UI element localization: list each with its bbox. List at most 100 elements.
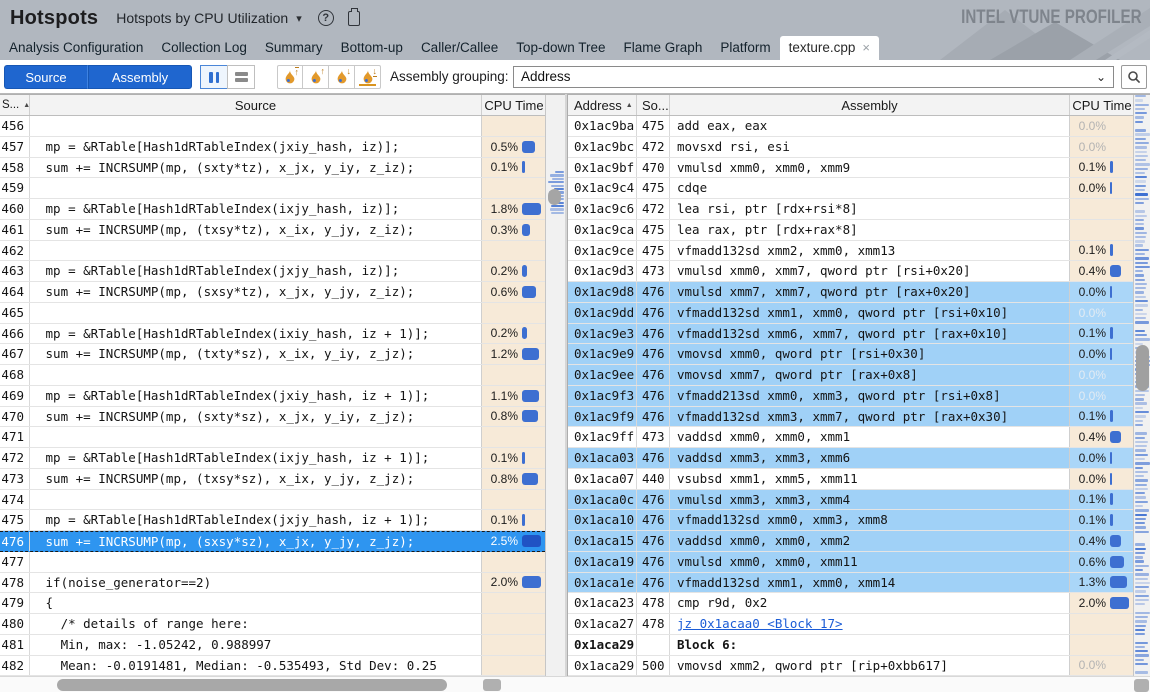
source-row[interactable]: 478 if(noise_generator==2) 2.0% (0, 572, 545, 594)
assembly-row[interactable]: 0x1ac9ce 475 vfmadd132sd xmm2, xmm0, xmm13… (568, 240, 1133, 262)
source-row[interactable]: 456 (0, 116, 545, 137)
assembly-row[interactable]: 0x1ac9dd 476 vfmadd132sd xmm1, xmm0, qword… (568, 302, 1133, 324)
source-row[interactable]: 468 (0, 365, 545, 386)
source-row[interactable]: 471 (0, 427, 545, 448)
source-row[interactable]: 475 mp = &RTable[Hash1dRTableIndex(jxjy_… (0, 510, 545, 531)
source-row[interactable]: 457 mp = &RTable[Hash1dRTableIndex(jxiy_… (0, 136, 545, 158)
tab-top-down-tree[interactable]: Top-down Tree (507, 36, 614, 60)
assembly-row[interactable]: 0x1ac9bf 470 vmulsd xmm0, xmm0, xmm9 0.1% (568, 157, 1133, 179)
cpu-time-value: 0.0% (1078, 347, 1106, 362)
viewpoint-caret-icon[interactable]: ▾ (296, 12, 302, 25)
source-row[interactable]: 459 (0, 178, 545, 199)
assembly-row[interactable]: 0x1aca0c 476 vmulsd xmm3, xmm3, xmm4 0.1% (568, 489, 1133, 511)
heatmap-mark (1135, 449, 1147, 452)
tab-texture-cpp[interactable]: texture.cpp × (779, 36, 879, 60)
tab-flame-graph[interactable]: Flame Graph (615, 36, 712, 60)
assembly-row[interactable]: 0x1aca19 476 vmulsd xmm0, xmm0, xmm11 0.6% (568, 551, 1133, 573)
source-line-column-header[interactable]: S... ▲ (0, 95, 30, 115)
tab-analysis-configuration[interactable]: Analysis Configuration (0, 36, 152, 60)
asm-cpu-time-column-header[interactable]: CPU Time (1070, 95, 1134, 115)
assembly-row[interactable]: 0x1ac9c4 475 cdqe 0.0% (568, 178, 1133, 199)
tab-collection-log[interactable]: Collection Log (152, 36, 256, 60)
jump-to-hottest-top-button[interactable]: ↑ (277, 65, 303, 89)
source-row[interactable]: 470 sum += INCRSUMP(mp, (sxty*sz), x_jx,… (0, 406, 545, 428)
assembly-row[interactable]: 0x1aca03 476 vaddsd xmm3, xmm3, xmm6 0.0% (568, 448, 1133, 469)
source-row[interactable]: 466 mp = &RTable[Hash1dRTableIndex(ixiy_… (0, 323, 545, 345)
tab-bottom-up[interactable]: Bottom-up (332, 36, 412, 60)
assembly-row[interactable]: 0x1aca23 478 cmp r9d, 0x2 2.0% (568, 593, 1133, 614)
source-row[interactable]: 461 sum += INCRSUMP(mp, (txsy*tz), x_ix,… (0, 219, 545, 241)
assembly-row[interactable]: 0x1ac9e3 476 vfmadd132sd xmm6, xmm7, qword… (568, 323, 1133, 345)
select-caret-icon: ⌄ (1095, 70, 1106, 84)
assembly-row[interactable]: 0x1ac9ca 475 lea rax, ptr [rdx+rax*8] (568, 219, 1133, 241)
source-row[interactable]: 463 mp = &RTable[Hash1dRTableIndex(jxjy_… (0, 261, 545, 282)
help-icon[interactable]: ? (317, 10, 334, 26)
source-row[interactable]: 467 sum += INCRSUMP(mp, (txty*sz), x_ix,… (0, 344, 545, 365)
assembly-row[interactable]: 0x1ac9ee 476 vmovsd xmm7, qword ptr [rax+0… (568, 365, 1133, 386)
jump-hotter-up-button[interactable]: ↑ (303, 65, 329, 89)
assembly-toggle-button[interactable]: Assembly (88, 65, 192, 89)
source-row[interactable]: 476 sum += INCRSUMP(mp, (sxsy*sz), x_jx,… (0, 531, 545, 552)
heatmap-mark (1135, 453, 1149, 457)
heatmap-mark (1135, 615, 1149, 619)
tab-summary[interactable]: Summary (256, 36, 332, 60)
assembly-row[interactable]: 0x1ac9f9 476 vfmadd132sd xmm3, xmm7, qword… (568, 406, 1133, 428)
source-row[interactable]: 460 mp = &RTable[Hash1dRTableIndex(ixjy_… (0, 199, 545, 220)
source-vscroll-thumb[interactable] (548, 189, 561, 205)
clipboard-icon[interactable] (347, 7, 360, 26)
search-button[interactable] (1121, 65, 1147, 89)
cpu-time-cell: 0.6% (1069, 551, 1133, 572)
assembly-row[interactable]: 0x1ac9d8 476 vmulsd xmm7, xmm7, qword ptr … (568, 282, 1133, 303)
assembly-scrollbar-heatmap[interactable] (1133, 95, 1150, 676)
viewpoint-selector[interactable]: Hotspots by CPU Utilization (116, 10, 288, 26)
source-row[interactable]: 469 mp = &RTable[Hash1dRTableIndex(jxiy_… (0, 385, 545, 407)
source-row[interactable]: 477 (0, 551, 545, 573)
jump-to-hottest-bottom-button[interactable]: ↓ (355, 65, 381, 89)
pause-button[interactable] (200, 65, 228, 89)
line-number: 477 (0, 551, 30, 572)
jump-colder-down-button[interactable]: ↓ (329, 65, 355, 89)
source-row[interactable]: 479 { (0, 593, 545, 614)
assembly-vscroll-thumb[interactable] (1135, 345, 1149, 391)
heatmap-mark (1135, 462, 1150, 465)
source-row[interactable]: 462 (0, 240, 545, 262)
source-scrollbar-heatmap[interactable] (545, 95, 565, 676)
assembly-row[interactable]: 0x1ac9e9 476 vmovsd xmm0, qword ptr [rsi+0… (568, 344, 1133, 365)
source-row[interactable]: 464 sum += INCRSUMP(mp, (sxsy*tz), x_jx,… (0, 282, 545, 303)
assembly-scroll-bottom-thumb[interactable] (1134, 679, 1149, 692)
assembly-row[interactable]: 0x1aca29 500 vmovsd xmm2, qword ptr [rip+0… (568, 655, 1133, 676)
assembly-row[interactable]: 0x1aca15 476 vaddsd xmm0, xmm0, xmm2 0.4% (568, 531, 1133, 552)
source-row[interactable]: 458 sum += INCRSUMP(mp, (sxty*tz), x_jx,… (0, 157, 545, 179)
assembly-column-header[interactable]: Assembly (670, 95, 1070, 115)
source-row[interactable]: 465 (0, 302, 545, 324)
view-options-button[interactable] (227, 65, 255, 89)
source-column-header[interactable]: Source (30, 95, 482, 115)
assembly-row[interactable]: 0x1aca27 478 jz 0x1acaa0 <Block 17> (568, 614, 1133, 635)
cpu-column-hscroll-thumb[interactable] (483, 679, 501, 691)
assembly-row[interactable]: 0x1aca10 476 vfmadd132sd xmm0, xmm3, xmm8 0… (568, 510, 1133, 531)
assembly-row[interactable]: 0x1ac9ba 475 add eax, eax 0.0% (568, 116, 1133, 137)
assembly-row[interactable]: 0x1ac9bc 472 movsxd rsi, esi 0.0% (568, 136, 1133, 158)
source-row[interactable]: 472 mp = &RTable[Hash1dRTableIndex(ixjy_… (0, 448, 545, 469)
source-code: Mean: -0.0191481, Median: -0.535493, Std… (38, 657, 437, 673)
cpu-time-column-header[interactable]: CPU Time (482, 95, 546, 115)
asm-source-line-column-header[interactable]: So... (637, 95, 670, 115)
source-row[interactable]: 474 (0, 489, 545, 511)
source-row[interactable]: 481 Min, max: -1.05242, 0.988997 (0, 634, 545, 656)
source-row[interactable]: 482 Mean: -0.0191481, Median: -0.535493,… (0, 655, 545, 676)
tab-platform[interactable]: Platform (711, 36, 779, 60)
assembly-row[interactable]: 0x1ac9d3 473 vmulsd xmm0, xmm7, qword ptr … (568, 261, 1133, 282)
assembly-row[interactable]: 0x1aca29 Block 6: (568, 634, 1133, 656)
assembly-row[interactable]: 0x1ac9c6 472 lea rsi, ptr [rdx+rsi*8] (568, 199, 1133, 220)
assembly-row[interactable]: 0x1aca07 440 vsubsd xmm1, xmm5, xmm11 0.0% (568, 468, 1133, 490)
source-row[interactable]: 480 /* details of range here: (0, 614, 545, 635)
source-hscroll-thumb[interactable] (57, 679, 447, 691)
assembly-row[interactable]: 0x1ac9ff 473 vaddsd xmm0, xmm0, xmm1 0.4% (568, 427, 1133, 448)
assembly-row[interactable]: 0x1aca1e 476 vfmadd132sd xmm1, xmm0, xmm14… (568, 572, 1133, 594)
assembly-row[interactable]: 0x1ac9f3 476 vfmadd213sd xmm0, xmm3, qword… (568, 385, 1133, 407)
tab-caller-callee[interactable]: Caller/Callee (412, 36, 507, 60)
assembly-grouping-select[interactable]: Address ⌄ (513, 66, 1114, 88)
address-column-header[interactable]: Address ▲ (568, 95, 637, 115)
source-row[interactable]: 473 sum += INCRSUMP(mp, (txsy*sz), x_ix,… (0, 468, 545, 490)
source-toggle-button[interactable]: Source (4, 65, 88, 89)
